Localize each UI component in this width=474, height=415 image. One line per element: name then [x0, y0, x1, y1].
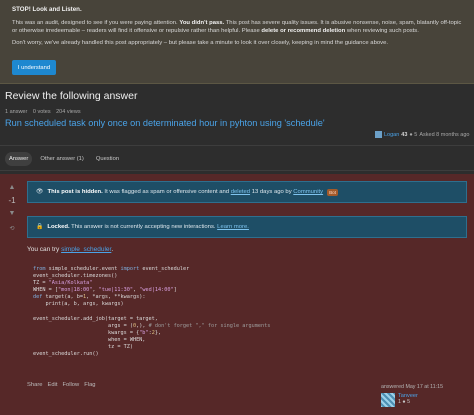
edit-link[interactable]: Edit — [47, 382, 57, 388]
asker-name[interactable]: Logan — [384, 132, 399, 138]
eye-off-icon: 👁 — [36, 189, 44, 195]
review-tabs: Answer Other answer (1) Question — [5, 152, 123, 166]
locked-post-notice: 🔒 Locked. This answer is not currently a… — [27, 216, 467, 238]
bot-badge: Bot — [327, 188, 338, 196]
audit-fail-banner: STOP! Look and Listen. This was an audit… — [0, 0, 474, 84]
vote-controls: ▲ -1 ▼ ⟲ — [5, 184, 19, 232]
page-title: Review the following answer — [5, 90, 138, 102]
history-icon[interactable]: ⟲ — [9, 225, 14, 232]
i-understand-button[interactable]: I understand — [12, 60, 56, 75]
asker-info: Logan 43 ● 5 Asked 8 months ago — [375, 131, 470, 138]
share-link[interactable]: Share — [27, 382, 42, 388]
downvote-icon[interactable]: ▼ — [9, 210, 16, 218]
tab-answer[interactable]: Answer — [5, 152, 33, 166]
flag-link[interactable]: Flag — [84, 382, 95, 388]
divider — [0, 170, 474, 171]
question-stats: 1 answer 0 votes 204 views — [5, 109, 85, 115]
asker-avatar[interactable] — [375, 131, 382, 138]
banner-message: This was an audit, designed to see if yo… — [12, 20, 462, 35]
code-block: from simple_scheduler.event import event… — [33, 266, 271, 358]
divider — [0, 145, 474, 146]
answer-intro: You can try simple_scheduler. — [27, 246, 114, 253]
vote-count: -1 — [8, 196, 16, 205]
answered-time: answered May 17 at 11:15 — [381, 384, 444, 390]
upvote-icon[interactable]: ▲ — [9, 184, 16, 192]
banner-guidance: Don't worry, we've already handled this … — [12, 40, 388, 47]
votes-count: 0 votes — [32, 109, 51, 115]
lock-icon: 🔒 — [36, 224, 44, 230]
answerer-avatar[interactable] — [381, 393, 395, 407]
question-title-link[interactable]: Run scheduled task only once on determin… — [5, 118, 325, 128]
answers-count: 1 answer — [5, 109, 28, 115]
community-user-link[interactable]: Community — [293, 189, 323, 195]
hidden-post-notice: 👁 This post is hidden. It was flagged as… — [27, 181, 467, 203]
answerer-card: Tanveer 1 ● 5 — [381, 393, 418, 407]
deleted-link[interactable]: deleted — [231, 189, 250, 195]
asker-badges: ● 5 — [409, 131, 418, 138]
follow-link[interactable]: Follow — [62, 382, 79, 388]
post-actions: Share Edit Follow Flag — [27, 382, 96, 388]
asker-reputation: 43 — [401, 131, 408, 138]
simple-scheduler-link[interactable]: simple_scheduler — [61, 246, 111, 253]
answerer-reputation: 1 ● 5 — [398, 399, 411, 405]
tab-question[interactable]: Question — [92, 152, 123, 166]
tab-other-answer[interactable]: Other answer (1) — [36, 152, 88, 166]
learn-more-link[interactable]: Learn more. — [217, 224, 249, 230]
views-count: 204 views — [56, 109, 81, 115]
asked-time: Asked 8 months ago — [419, 131, 470, 138]
banner-title: STOP! Look and Listen. — [12, 6, 82, 13]
